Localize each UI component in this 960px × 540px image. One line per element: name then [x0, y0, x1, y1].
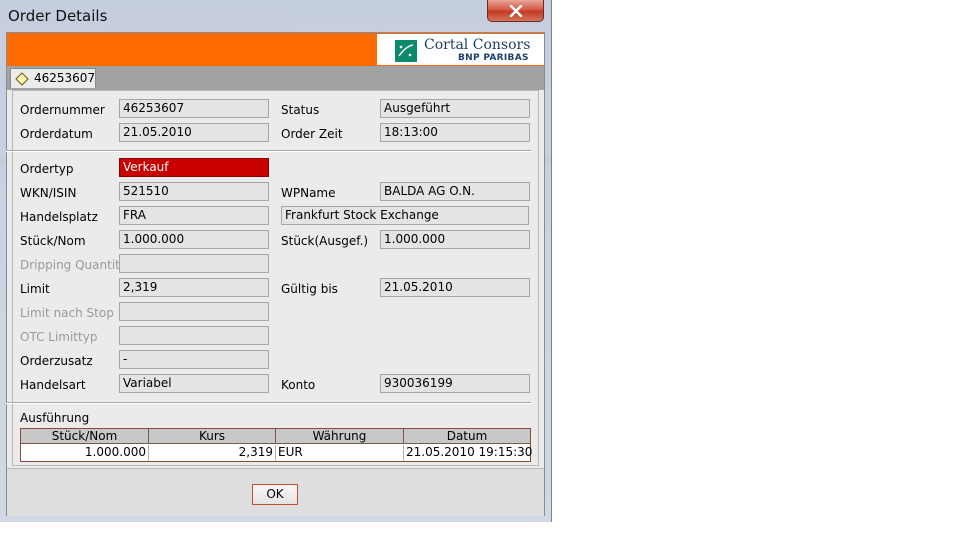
execution-cell-kurs[interactable]: 2,319: [149, 445, 276, 461]
handelsart-field[interactable]: Variabel: [119, 374, 269, 393]
stueck-field[interactable]: 1.000.000: [119, 230, 269, 249]
column-header-kurs[interactable]: Kurs: [149, 429, 276, 444]
status-field[interactable]: Ausgeführt: [380, 99, 530, 118]
handelsplatz-label: Handelsplatz: [20, 210, 98, 224]
execution-cell-datum[interactable]: 21.05.2010 19:15:30: [404, 445, 532, 461]
ordernummer-field[interactable]: 46253607: [119, 99, 269, 118]
orderzusatz-label: Orderzusatz: [20, 354, 93, 368]
ok-button[interactable]: OK: [252, 484, 298, 505]
close-button[interactable]: [487, 0, 544, 22]
otc-limittyp-label: OTC Limittyp: [20, 330, 98, 344]
dialog-footer: OK: [7, 468, 544, 516]
handelsplatz-field[interactable]: FRA: [119, 206, 269, 225]
orderzeit-field[interactable]: 18:13:00: [380, 123, 530, 142]
column-header-stueck[interactable]: Stück/Nom: [21, 429, 149, 444]
stueck-label: Stück/Nom: [20, 234, 86, 248]
ordertyp-label: Ordertyp: [20, 162, 74, 176]
close-icon: [509, 4, 522, 17]
dripping-quantity-label: Dripping Quantity: [20, 258, 127, 272]
orderzusatz-field[interactable]: -: [119, 350, 269, 369]
orderdatum-field[interactable]: 21.05.2010: [119, 123, 269, 142]
tab-order[interactable]: 46253607: [10, 68, 96, 88]
column-header-datum[interactable]: Datum: [404, 429, 530, 444]
gueltig-bis-field[interactable]: 21.05.2010: [380, 278, 530, 297]
limit-field[interactable]: 2,319: [119, 278, 269, 297]
wkn-field[interactable]: 521510: [119, 182, 269, 201]
tab-strip: 46253607: [7, 66, 544, 90]
limit-nach-stop-label: Limit nach Stop: [20, 306, 114, 320]
ordertyp-field[interactable]: Verkauf: [119, 158, 269, 177]
handelsplatz-description-field[interactable]: Frankfurt Stock Exchange: [281, 206, 529, 225]
tab-label: 46253607: [34, 71, 96, 85]
execution-title: Ausführung: [20, 411, 90, 425]
wpname-label: WPName: [281, 186, 336, 200]
order-details-dialog: Order Details Cortal Consors BNP PARIBAS: [0, 0, 552, 522]
brand-banner: Cortal Consors BNP PARIBAS: [7, 33, 544, 66]
execution-table: Stück/Nom Kurs Währung Datum 1.000.000 2…: [20, 428, 532, 462]
orderzeit-label: Order Zeit: [281, 127, 343, 141]
section-divider: [6, 150, 531, 152]
konto-label: Konto: [281, 378, 316, 392]
execution-cell-stueck[interactable]: 1.000.000: [21, 445, 149, 461]
status-label: Status: [281, 103, 320, 117]
handelsart-label: Handelsart: [20, 378, 86, 392]
brand-logo: Cortal Consors BNP PARIBAS: [377, 34, 544, 65]
limit-nach-stop-field: [119, 302, 269, 321]
cortal-consors-logo-icon: [395, 40, 417, 62]
brand-subtitle: BNP PARIBAS: [458, 53, 529, 63]
wpname-field[interactable]: BALDA AG O.N.: [380, 182, 530, 201]
stueck-ausgef-field[interactable]: 1.000.000: [380, 230, 530, 249]
diamond-icon: [15, 72, 29, 86]
stueck-ausgef-label: Stück(Ausgef.): [281, 234, 369, 248]
title-bar: Order Details: [0, 0, 552, 32]
window-title: Order Details: [8, 7, 108, 25]
orderdatum-label: Orderdatum: [20, 127, 93, 141]
brand-name: Cortal Consors: [424, 37, 531, 53]
wkn-label: WKN/ISIN: [20, 186, 77, 200]
dripping-quantity-field: [119, 254, 269, 273]
gueltig-bis-label: Gültig bis: [281, 282, 338, 296]
konto-field[interactable]: 930036199: [380, 374, 530, 393]
limit-label: Limit: [20, 282, 50, 296]
ordernummer-label: Ordernummer: [20, 103, 105, 117]
otc-limittyp-field: [119, 326, 269, 345]
execution-cell-waehrung[interactable]: EUR: [276, 445, 404, 461]
column-header-waehrung[interactable]: Währung: [276, 429, 404, 444]
section-divider: [6, 402, 531, 404]
